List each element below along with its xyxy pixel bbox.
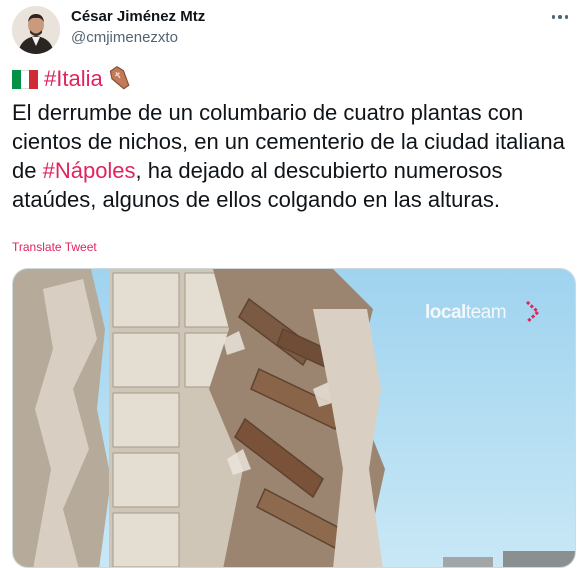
watermark-text-light: team [465, 302, 507, 323]
local-team-watermark: localteam [425, 302, 507, 324]
italy-flag-icon [12, 70, 39, 89]
coffin-icon [107, 65, 133, 98]
tweet-text: #Italia El derrumbe de un columbario de … [12, 64, 576, 214]
more-options-icon[interactable] [546, 6, 574, 28]
author-handle[interactable]: @cmjimenezxto [71, 29, 178, 46]
tweet-media-image[interactable]: localteam [12, 268, 576, 568]
hashtag-italia[interactable]: #Italia [44, 66, 103, 91]
translate-tweet-link[interactable]: Translate Tweet [12, 240, 97, 254]
chevron-arrow-icon [525, 300, 541, 324]
hashtag-napoles[interactable]: #Nápoles [43, 158, 136, 183]
avatar[interactable] [12, 6, 60, 54]
watermark-text-bold: local [425, 302, 466, 323]
author-display-name[interactable]: César Jiménez Mtz [71, 8, 205, 25]
